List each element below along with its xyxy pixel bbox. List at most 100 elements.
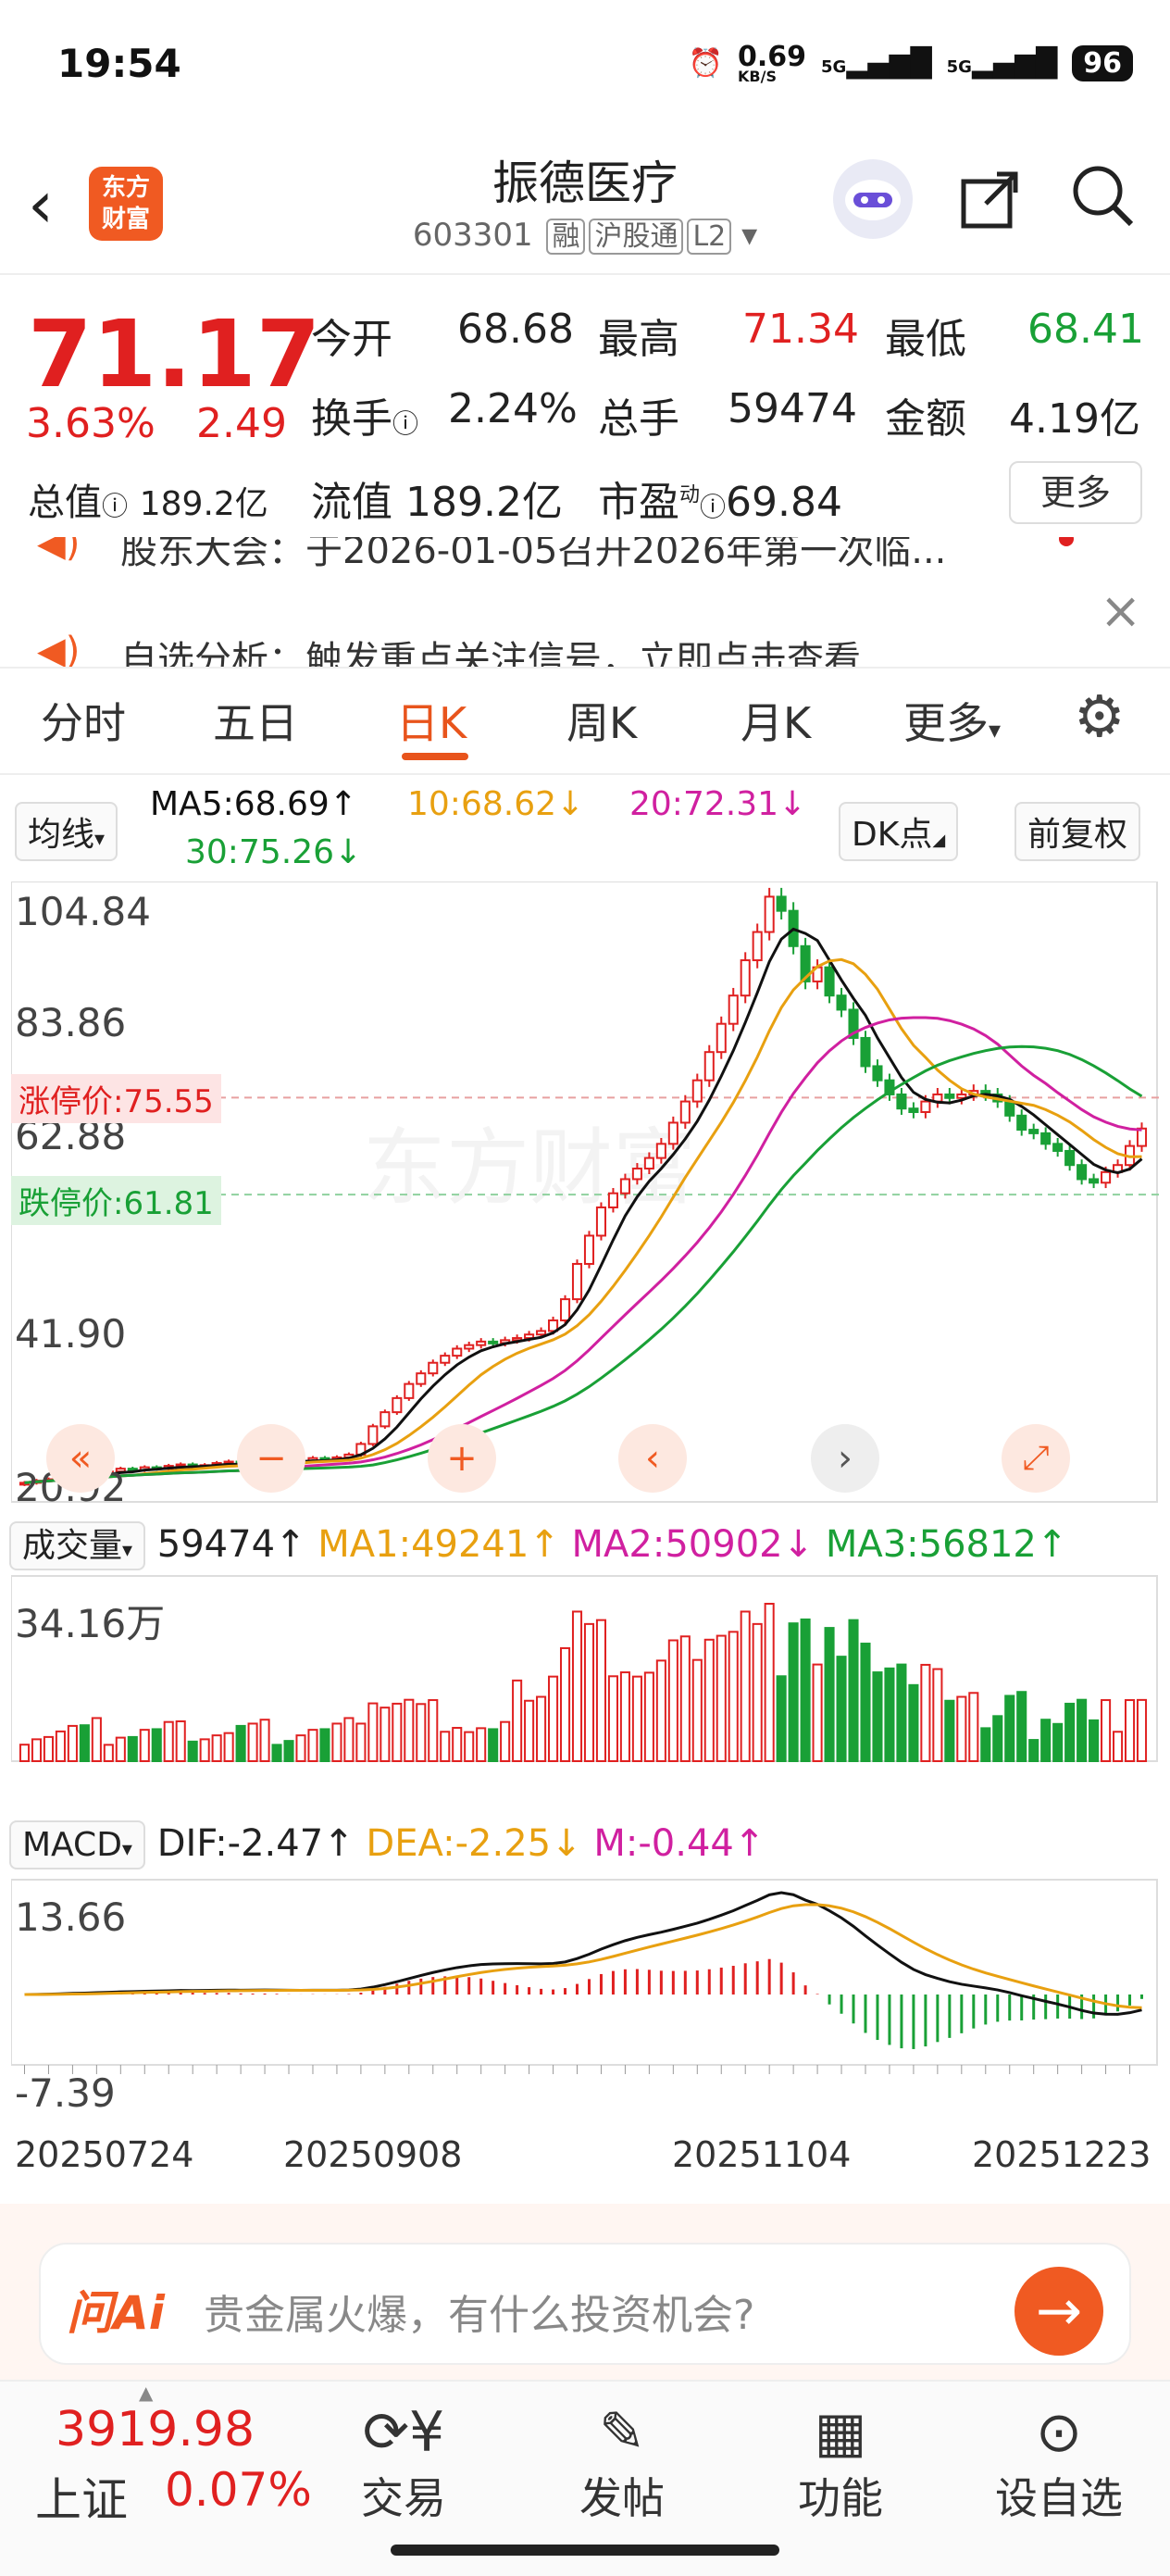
date-label-4: 20251223	[972, 2134, 1151, 2175]
mcap: 总值ⓘ 189.2亿	[28, 481, 268, 524]
volume-bar	[175, 1719, 186, 1762]
rewind-icon[interactable]: «	[46, 1424, 115, 1493]
index-change[interactable]: 0.07%	[165, 2463, 312, 2517]
index-name[interactable]: 上证	[35, 2463, 128, 2530]
volume-bar	[631, 1675, 642, 1762]
candle-body	[1136, 1127, 1148, 1147]
y-tick-1: 104.84	[15, 889, 151, 934]
candle-body	[464, 1344, 475, 1350]
macd-ymin: -7.39	[15, 2070, 116, 2116]
volume-bar	[343, 1717, 355, 1762]
tab-five-day[interactable]: 五日	[213, 690, 298, 751]
volume-bar	[896, 1663, 907, 1763]
speaker-icon: ◀)	[37, 537, 81, 565]
tab-daily-k[interactable]: 日K	[396, 690, 467, 751]
volume-bar	[691, 1658, 703, 1762]
candle-body	[524, 1333, 535, 1340]
volume-bar	[319, 1728, 330, 1762]
volume-bar	[163, 1720, 174, 1762]
low-label: 最低	[885, 316, 966, 363]
ask-input[interactable]: 贵金属火爆，有什么投资机会?	[204, 2282, 754, 2341]
macd-select[interactable]: MACD▾	[9, 1820, 145, 1869]
kline-svg[interactable]: 东方财富	[10, 881, 1159, 2141]
candle-body	[776, 895, 787, 912]
volume-bar	[944, 1699, 955, 1762]
candle-body	[367, 1425, 379, 1445]
volume-bar	[1004, 1694, 1015, 1762]
search-icon[interactable]	[1070, 163, 1135, 244]
caret-up-icon: ▲	[139, 2382, 154, 2404]
tab-more[interactable]: 更多▾	[903, 690, 1001, 751]
candle-body	[1077, 1164, 1088, 1181]
gear-icon[interactable]: ⚙	[1074, 682, 1126, 750]
volume-bar	[1113, 1731, 1124, 1763]
fullscreen-icon[interactable]: ⤢	[1002, 1424, 1070, 1493]
nav-post[interactable]: ✎ 发帖	[529, 2400, 715, 2526]
robot-avatar[interactable]	[833, 159, 913, 239]
adjust-button[interactable]: 前复权	[1014, 802, 1141, 861]
kline-chart-area[interactable]: 东方财富 104.84 83.86 62.88 41.90 20.92 涨停价:…	[10, 881, 1159, 2145]
volume-bar	[524, 1699, 535, 1762]
volume-bar	[788, 1622, 799, 1762]
tab-monthly-k[interactable]: 月K	[741, 690, 811, 751]
volume-bar	[187, 1740, 198, 1763]
volume-bar	[740, 1610, 751, 1762]
high-value: 71.34	[742, 306, 859, 353]
candle-body	[1040, 1132, 1052, 1145]
volume-bar	[800, 1618, 811, 1762]
prev-icon[interactable]: ‹	[618, 1424, 687, 1493]
volume-bar	[703, 1638, 715, 1763]
candle-body	[1004, 1100, 1015, 1117]
arrow-right-icon[interactable]: →	[1014, 2267, 1103, 2356]
tag-hk-connect: 沪股通	[589, 219, 684, 255]
volume-bar	[1077, 1698, 1088, 1762]
volume-bar	[31, 1738, 43, 1763]
ma30-value: 30:75.26↓	[185, 833, 363, 871]
volume-bar	[992, 1715, 1003, 1763]
index-value[interactable]: 3919.98	[56, 2402, 255, 2457]
news-line-1[interactable]: 股东大会：于2026-01-05召开2026年第一次临...	[120, 537, 946, 574]
zoom-in-icon[interactable]: +	[428, 1424, 496, 1493]
volume-bar	[728, 1631, 739, 1763]
tab-timeshare[interactable]: 分时	[41, 690, 126, 751]
close-icon[interactable]: ×	[1100, 581, 1141, 640]
indicator-select[interactable]: 均线▾	[15, 802, 118, 861]
next-icon[interactable]: ›	[811, 1424, 879, 1493]
volume-bar	[476, 1727, 487, 1762]
dk-button[interactable]: DK点◢	[839, 802, 959, 861]
pe-ratio: 市盈动ⓘ69.84	[598, 479, 842, 526]
nav-functions[interactable]: ▦ 功能	[748, 2400, 933, 2526]
ma-legend: 均线▾ MA5:68.69↑ 10:68.62↓ 20:72.31↓ 30:75…	[0, 778, 1170, 880]
ma20-value: 20:72.31↓	[629, 785, 807, 823]
net-speed: 0.69 KB/S	[738, 41, 807, 85]
candle-body	[752, 931, 763, 962]
volume-bar	[716, 1634, 727, 1763]
more-button[interactable]: 更多	[1009, 461, 1142, 524]
macd-legend: MACD▾ DIF:-2.47↑ DEA:-2.25↓ M:-0.44↑	[9, 1820, 765, 1869]
volume-bar	[812, 1663, 823, 1763]
volume-bar	[1101, 1699, 1112, 1763]
turnover-label: 换手ⓘ	[311, 395, 419, 443]
nav-trade[interactable]: ⟳¥ 交易	[311, 2400, 496, 2526]
nav-add-watchlist[interactable]: ⊙ 设自选	[966, 2400, 1151, 2526]
date-label-2: 20250908	[283, 2134, 463, 2175]
speaker-icon-2: ◀)	[37, 630, 81, 669]
volume-bar	[824, 1627, 835, 1763]
zoom-out-icon[interactable]: −	[237, 1424, 305, 1493]
candle-body	[740, 959, 751, 997]
candle-body	[619, 1178, 630, 1194]
ask-ai-bar[interactable]: 问Ai 贵金属火爆，有什么投资机会? →	[39, 2243, 1131, 2365]
active-tab-indicator	[402, 753, 468, 760]
volume-bar	[655, 1659, 666, 1763]
candle-body	[716, 1022, 727, 1054]
volume-bar	[559, 1646, 571, 1762]
volume-bar	[199, 1738, 210, 1763]
volume-select[interactable]: 成交量▾	[9, 1521, 146, 1570]
volume-bar	[115, 1736, 126, 1763]
share-icon[interactable]	[958, 167, 1023, 246]
news-ticker[interactable]: ◀) 股东大会：于2026-01-05召开2026年第一次临... ◀) 自选分…	[0, 537, 1170, 669]
candle-body	[703, 1051, 715, 1082]
news-line-2[interactable]: 自选分析：触发重点关注信号，立即点击查看	[120, 630, 861, 667]
tab-weekly-k[interactable]: 周K	[566, 690, 637, 751]
volume-bar	[920, 1663, 931, 1762]
